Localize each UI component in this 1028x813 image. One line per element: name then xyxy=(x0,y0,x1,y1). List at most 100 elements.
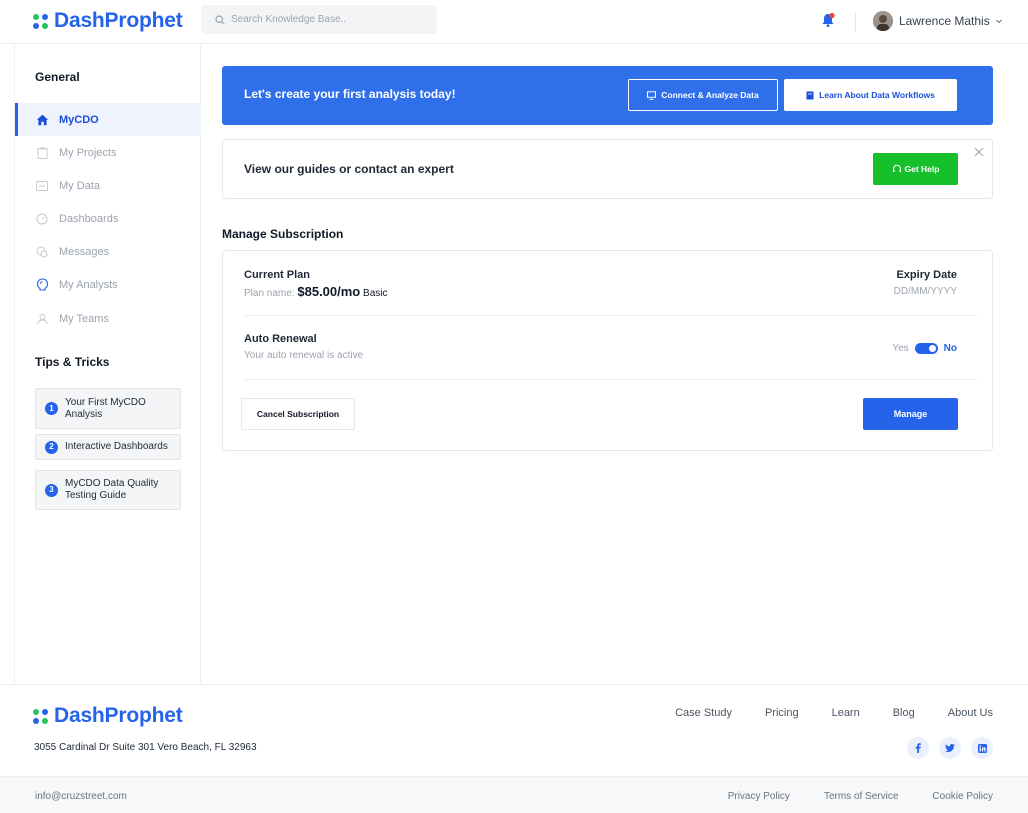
sidebar-item-label: Messages xyxy=(59,245,110,258)
footer-link-case-study[interactable]: Case Study xyxy=(675,707,732,719)
footer-link-about-us[interactable]: About Us xyxy=(948,707,993,719)
auto-renewal-label: Auto Renewal xyxy=(244,333,317,345)
row-divider xyxy=(244,379,977,380)
manage-button[interactable]: Manage xyxy=(863,398,958,430)
footer-email[interactable]: info@cruzstreet.com xyxy=(35,791,127,802)
sidebar-item-label: My Projects xyxy=(59,146,117,159)
search-box[interactable] xyxy=(201,5,437,34)
logo-dots-icon xyxy=(33,13,48,29)
connect-analyze-button[interactable]: Connect & Analyze Data xyxy=(628,79,778,111)
manage-subscription-title: Manage Subscription xyxy=(222,227,344,241)
sidebar-item-label: Dashboards xyxy=(59,212,119,225)
avatar xyxy=(873,11,893,31)
team-icon xyxy=(35,312,49,326)
sidebar-item-mycdo[interactable]: MyCDO xyxy=(15,103,201,136)
cookie-policy-link[interactable]: Cookie Policy xyxy=(932,791,993,802)
tip-data-quality-guide[interactable]: 3 MyCDO Data Quality Testing Guide xyxy=(35,470,181,510)
legal-links: Privacy Policy Terms of Service Cookie P… xyxy=(694,791,993,802)
header-divider xyxy=(855,12,856,32)
tip-number-badge: 3 xyxy=(45,483,58,497)
linkedin-icon[interactable] xyxy=(971,737,993,759)
chevron-down-icon xyxy=(995,19,1002,24)
notifications-button[interactable] xyxy=(820,12,836,33)
social-links xyxy=(897,737,993,759)
headset-icon xyxy=(892,164,901,172)
footer-link-pricing[interactable]: Pricing xyxy=(765,707,799,719)
terms-of-service-link[interactable]: Terms of Service xyxy=(824,791,898,802)
footer-address: 3055 Cardinal Dr Suite 301 Vero Beach, F… xyxy=(34,742,257,753)
welcome-banner: Let's create your first analysis today! … xyxy=(222,66,993,125)
sidebar-item-my-analysts[interactable]: My Analysts xyxy=(15,268,201,301)
sidebar-item-label: My Data xyxy=(59,179,100,192)
user-menu[interactable]: Lawrence Mathis xyxy=(873,11,1003,31)
plan-tier: Basic xyxy=(363,288,388,299)
tip-label: Interactive Dashboards xyxy=(65,441,168,452)
footer-link-learn[interactable]: Learn xyxy=(832,707,860,719)
book-icon xyxy=(806,91,814,99)
subscription-card: Current Plan Plan name: $85.00/mo Basic … xyxy=(222,250,993,451)
database-icon xyxy=(35,179,49,193)
footer-link-blog[interactable]: Blog xyxy=(893,707,915,719)
banner-title: Let's create your first analysis today! xyxy=(244,87,456,101)
chat-icon xyxy=(35,245,49,259)
connect-analyze-label: Connect & Analyze Data xyxy=(661,90,759,100)
sidebar-general-heading: General xyxy=(35,70,80,84)
gauge-icon xyxy=(35,212,49,226)
sidebar-item-my-data[interactable]: My Data xyxy=(15,169,201,202)
get-help-label: Get Help xyxy=(904,164,940,174)
search-input[interactable] xyxy=(231,14,421,25)
row-divider xyxy=(244,315,977,316)
plan-price: $85.00/mo xyxy=(297,284,361,299)
sidebar-item-messages[interactable]: Messages xyxy=(15,235,201,268)
home-icon xyxy=(35,113,49,127)
sidebar-item-dashboards[interactable]: Dashboards xyxy=(15,202,201,235)
tip-first-analysis[interactable]: 1 Your First MyCDO Analysis xyxy=(35,388,181,429)
search-icon xyxy=(215,14,225,25)
sidebar-item-my-projects[interactable]: My Projects xyxy=(15,136,201,169)
header-logo[interactable]: DashProphet xyxy=(33,9,183,33)
auto-renewal-toggle[interactable] xyxy=(914,343,938,354)
expiry-date-value: DD/MM/YYYY xyxy=(893,286,957,297)
tip-label: MyCDO Data Quality Testing Guide xyxy=(65,478,159,501)
clipboard-icon xyxy=(35,146,49,160)
facebook-icon[interactable] xyxy=(907,737,929,759)
logo-text: DashProphet xyxy=(54,9,183,32)
tip-number-badge: 1 xyxy=(45,402,58,415)
privacy-policy-link[interactable]: Privacy Policy xyxy=(728,791,790,802)
tip-label: Your First MyCDO Analysis xyxy=(65,396,146,420)
toggle-yes-label: Yes xyxy=(892,343,909,354)
plan-name-prefix: Plan name: xyxy=(244,288,295,299)
top-header: DashProphet Lawrence Mathis xyxy=(0,0,1028,44)
expiry-date-label: Expiry Date xyxy=(896,269,957,281)
learn-workflows-button[interactable]: Learn About Data Workflows xyxy=(784,79,957,111)
plan-name-line: Plan name: $85.00/mo Basic xyxy=(244,284,387,299)
monitor-icon xyxy=(647,90,657,100)
get-help-button[interactable]: Get Help xyxy=(873,153,958,185)
toggle-no-label: No xyxy=(943,343,957,354)
tip-number-badge: 2 xyxy=(45,440,58,454)
close-icon[interactable] xyxy=(974,147,984,157)
tip-interactive-dashboards[interactable]: 2 Interactive Dashboards xyxy=(35,434,181,460)
footer-nav: Case Study Pricing Learn Blog About Us xyxy=(642,707,993,719)
bell-icon xyxy=(822,12,835,27)
twitter-icon[interactable] xyxy=(939,737,961,759)
sidebar-item-label: MyCDO xyxy=(59,113,99,126)
sidebar-tips-heading: Tips & Tricks xyxy=(35,355,110,369)
sidebar-item-my-teams[interactable]: My Teams xyxy=(15,302,201,335)
sidebar-item-label: My Analysts xyxy=(59,278,118,291)
guide-text: View our guides or contact an expert xyxy=(244,162,454,176)
footer-logo[interactable]: DashProphet xyxy=(33,704,183,728)
footer-bottom-bar: info@cruzstreet.com Privacy Policy Terms… xyxy=(0,776,1028,813)
sidebar: General MyCDO My Projects My Data Dashbo… xyxy=(14,44,201,684)
user-name: Lawrence Mathis xyxy=(899,14,990,28)
cancel-subscription-button[interactable]: Cancel Subscription xyxy=(241,398,355,430)
current-plan-label: Current Plan xyxy=(244,269,311,281)
auto-renewal-toggle-group: Yes No xyxy=(892,343,957,354)
logo-text: DashProphet xyxy=(54,704,183,727)
learn-workflows-label: Learn About Data Workflows xyxy=(819,90,935,100)
logo-dots-icon xyxy=(33,708,48,724)
footer: DashProphet Case Study Pricing Learn Blo… xyxy=(0,684,1028,813)
guide-card: View our guides or contact an expert Get… xyxy=(222,139,993,199)
analyst-icon xyxy=(35,278,49,292)
auto-renewal-status: Your auto renewal is active xyxy=(244,350,364,361)
